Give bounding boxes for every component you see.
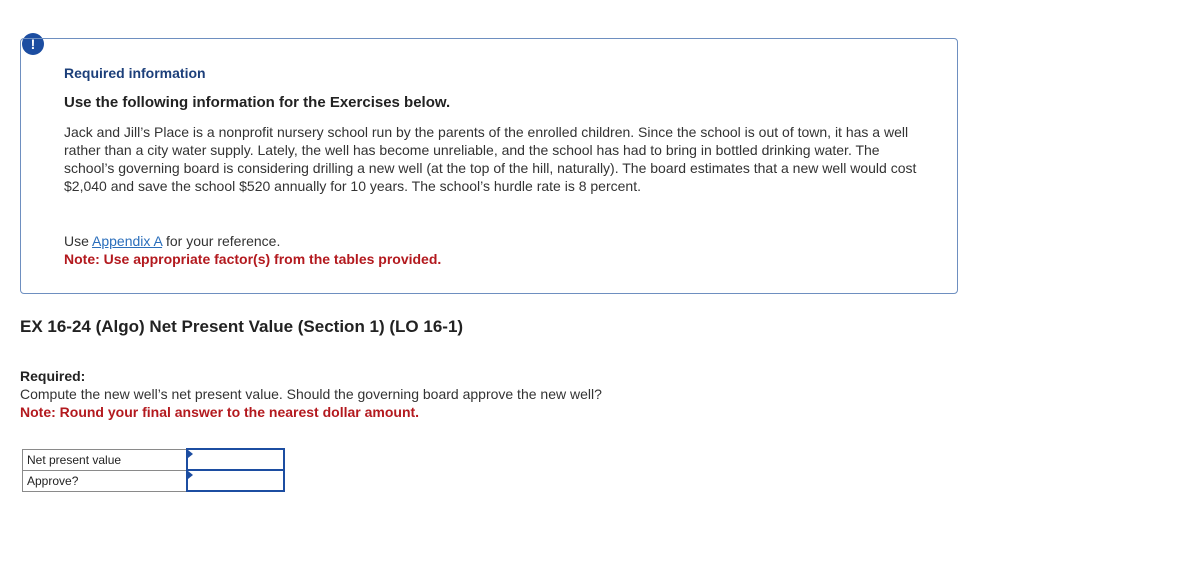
table-row: Approve?	[22, 469, 285, 492]
info-title: Required information	[64, 65, 206, 81]
required-note: Note: Round your final answer to the nea…	[20, 404, 420, 420]
required-label: Required:	[20, 368, 86, 384]
approve-cell	[185, 469, 285, 492]
approve-label: Approve?	[22, 469, 187, 492]
ref-prefix: Use	[64, 233, 93, 249]
info-body: Jack and Jill’s Place is a nonprofit nur…	[64, 124, 917, 194]
net-present-value-input[interactable]	[187, 450, 283, 469]
required-information-panel: Required information Use the following i…	[20, 38, 958, 294]
appendix-a-link[interactable]: Appendix A	[92, 233, 162, 249]
net-present-value-label: Net present value	[22, 448, 187, 471]
answer-table: Net present value Approve?	[22, 448, 285, 492]
ref-suffix: for your reference.	[162, 233, 281, 249]
net-present-value-cell	[185, 448, 285, 471]
approve-input[interactable]	[187, 471, 283, 490]
info-subtitle: Use the following information for the Ex…	[64, 94, 451, 111]
input-marker-icon	[187, 450, 193, 458]
table-row: Net present value	[22, 448, 285, 471]
input-marker-icon	[187, 471, 193, 479]
appendix-reference: Use Appendix A for your reference.	[64, 233, 280, 249]
page: ! Required information Use the following…	[0, 0, 1192, 579]
required-text: Compute the new well’s net present value…	[20, 386, 602, 402]
info-note: Note: Use appropriate factor(s) from the…	[64, 251, 442, 267]
exercise-title: EX 16-24 (Algo) Net Present Value (Secti…	[20, 317, 464, 336]
